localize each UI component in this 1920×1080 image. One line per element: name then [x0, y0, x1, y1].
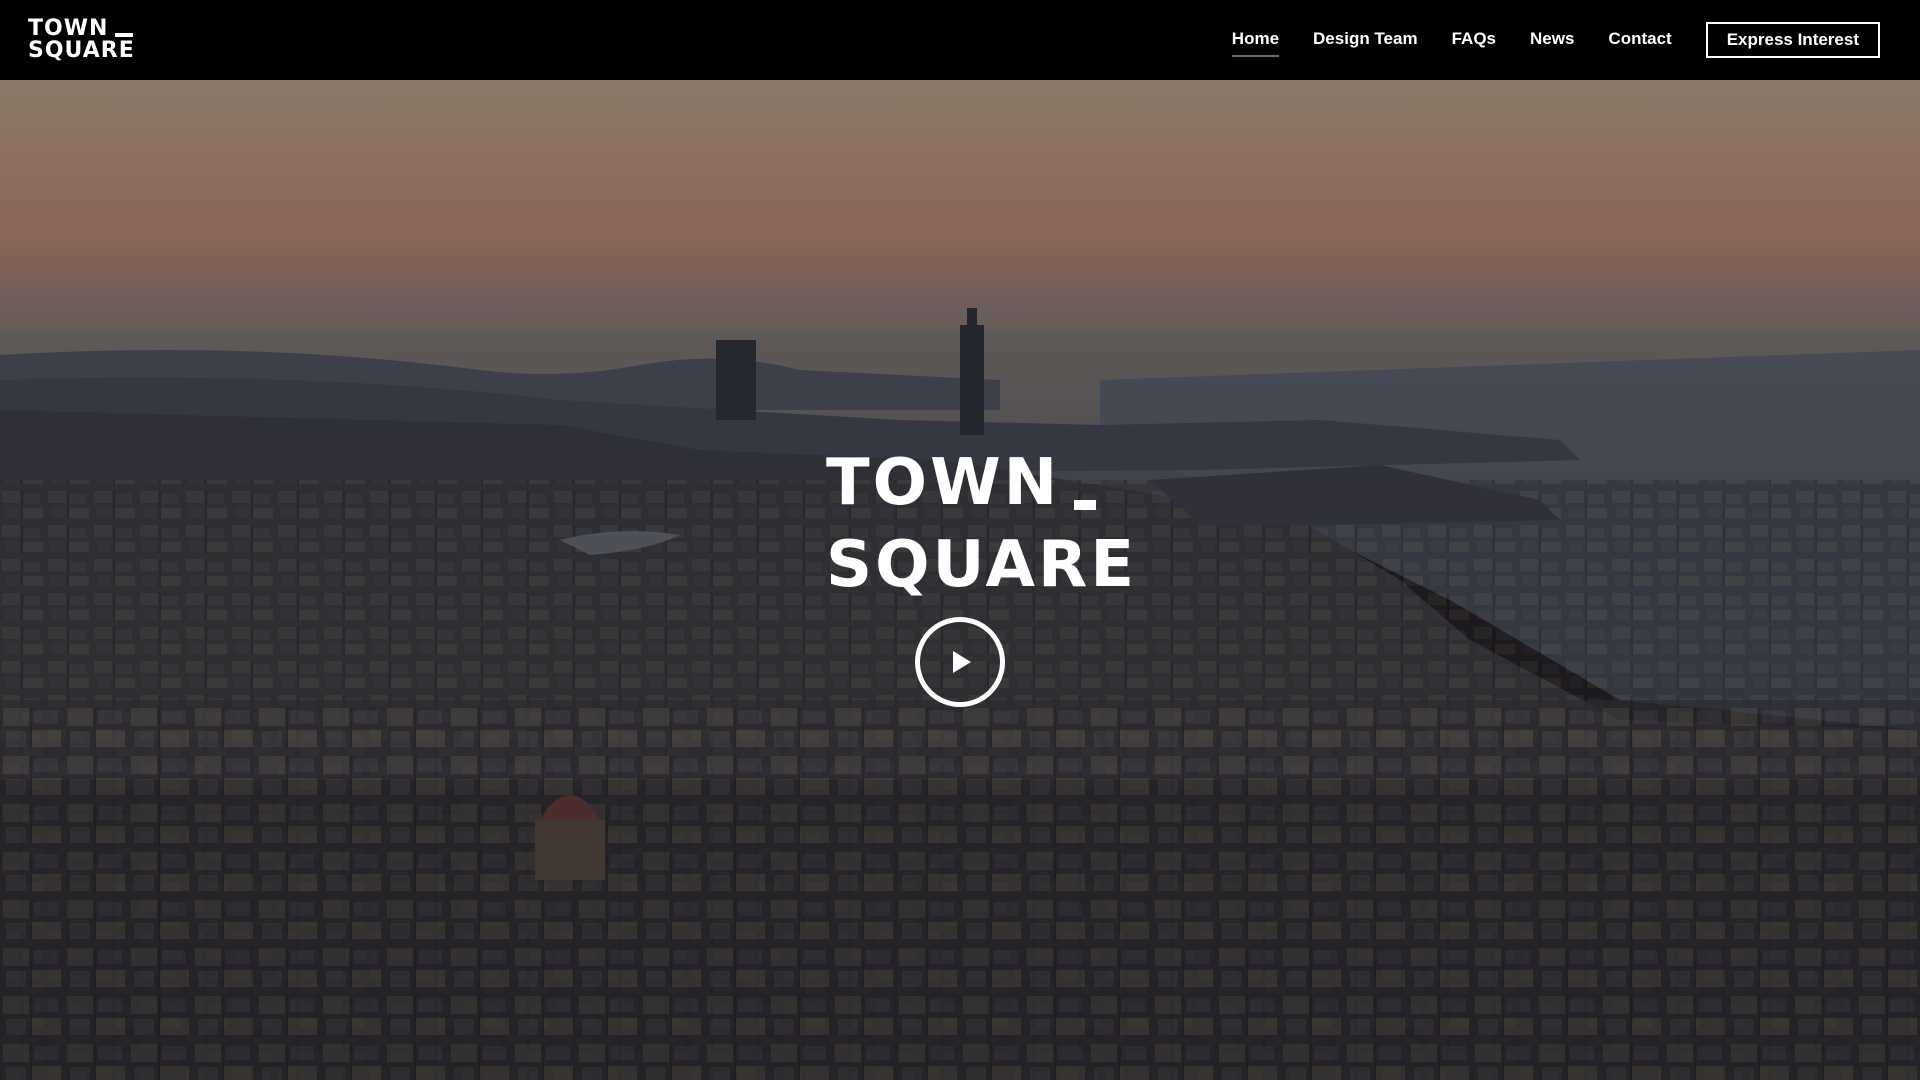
brand-logo[interactable]: TOWN SQUARE — [28, 18, 135, 62]
nav-item-contact[interactable]: Contact — [1608, 29, 1671, 57]
hero-logo: TOWN SQUARE — [826, 442, 1138, 606]
nav-item-faqs[interactable]: FAQs — [1452, 29, 1496, 57]
hero-video[interactable]: TOWN SQUARE — [0, 80, 1920, 1080]
brand-logo-line1: TOWN — [28, 16, 109, 41]
hero-logo-line1: TOWN — [826, 446, 1061, 520]
hero-logo-line2: SQUARE — [826, 528, 1138, 602]
site-header: TOWN SQUARE Home Design Team FAQs News C… — [0, 0, 1920, 80]
hero-logo-dash — [1074, 500, 1096, 510]
express-interest-button[interactable]: Express Interest — [1705, 22, 1880, 58]
brand-logo-line2: SQUARE — [28, 38, 135, 63]
play-button[interactable] — [915, 617, 1005, 707]
brand-logo-dash — [115, 33, 134, 37]
nav-item-home[interactable]: Home — [1231, 29, 1280, 57]
play-icon — [953, 651, 971, 673]
main-nav: Home Design Team FAQs News Contact Expre… — [1198, 22, 1892, 58]
nav-item-news[interactable]: News — [1530, 29, 1574, 57]
nav-item-design-team[interactable]: Design Team — [1313, 29, 1418, 57]
